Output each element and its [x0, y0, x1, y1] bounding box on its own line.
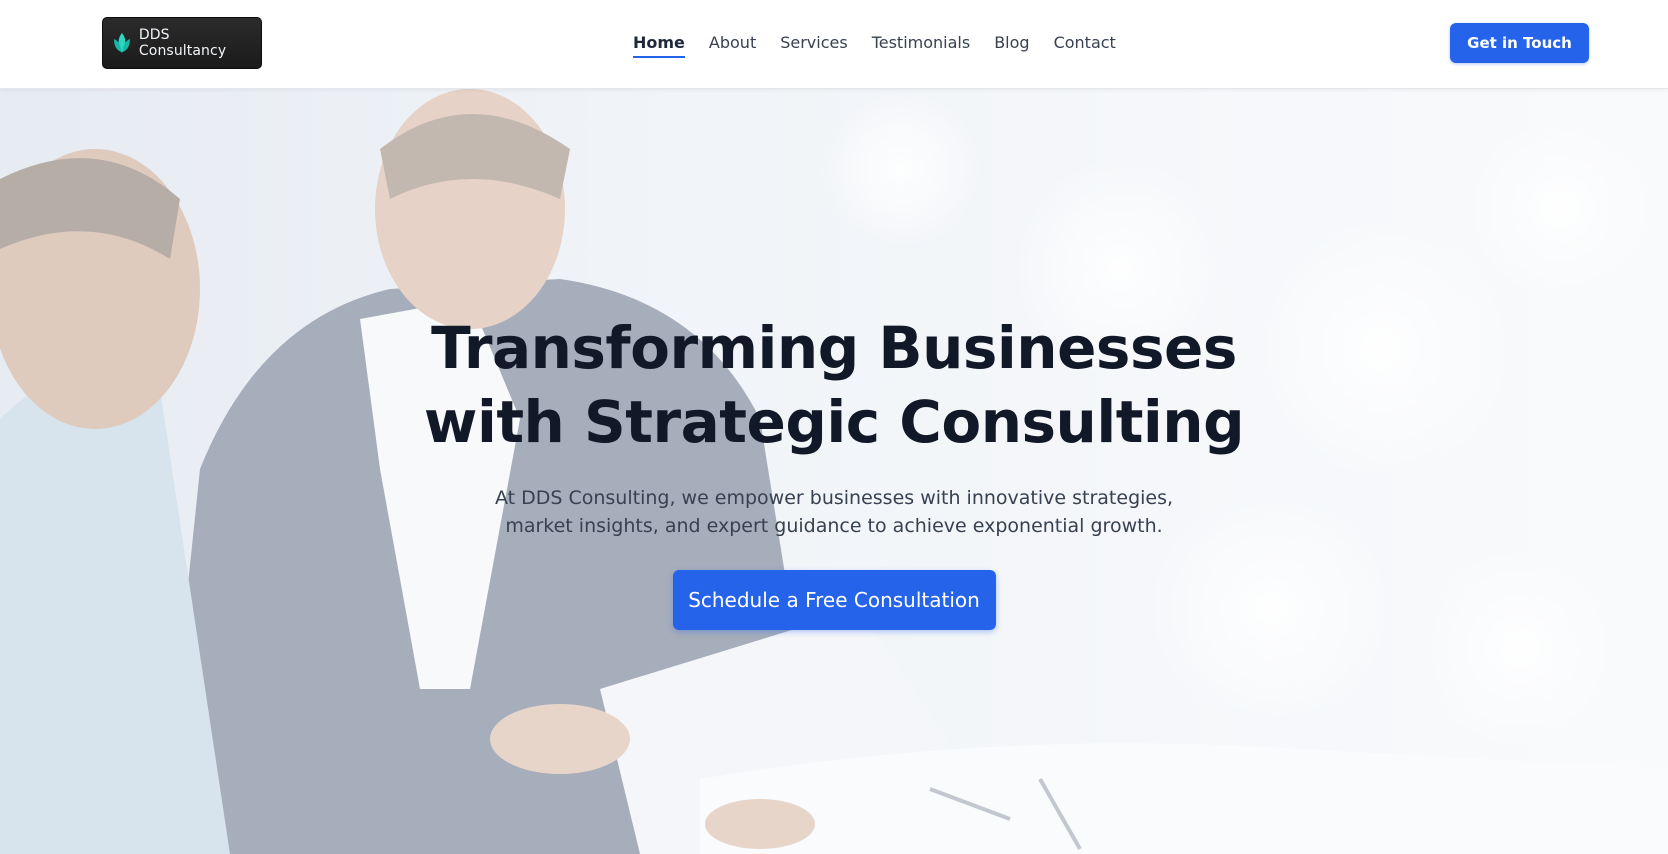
site-header: DDS Consultancy Home About Services Test…: [0, 0, 1668, 89]
hero-section: Transforming Businesses with Strategic C…: [0, 89, 1668, 854]
nav-link-services[interactable]: Services: [780, 33, 847, 55]
get-in-touch-button[interactable]: Get in Touch: [1450, 23, 1589, 63]
nav-link-testimonials[interactable]: Testimonials: [872, 33, 971, 55]
logo-text: DDS Consultancy: [138, 27, 227, 59]
logo[interactable]: DDS Consultancy: [102, 17, 262, 69]
hero-content: Transforming Businesses with Strategic C…: [0, 89, 1668, 854]
main-nav: Home About Services Testimonials Blog Co…: [633, 30, 1116, 58]
hero-subtitle: At DDS Consulting, we empower businesses…: [494, 487, 1174, 537]
nav-link-home[interactable]: Home: [633, 33, 685, 58]
leaf-logo-icon: [113, 33, 130, 53]
nav-link-about[interactable]: About: [709, 33, 756, 55]
schedule-consultation-button[interactable]: Schedule a Free Consultation: [672, 570, 996, 630]
nav-link-contact[interactable]: Contact: [1054, 33, 1116, 55]
nav-link-blog[interactable]: Blog: [994, 33, 1029, 55]
hero-title: Transforming Businesses with Strategic C…: [423, 314, 1245, 456]
